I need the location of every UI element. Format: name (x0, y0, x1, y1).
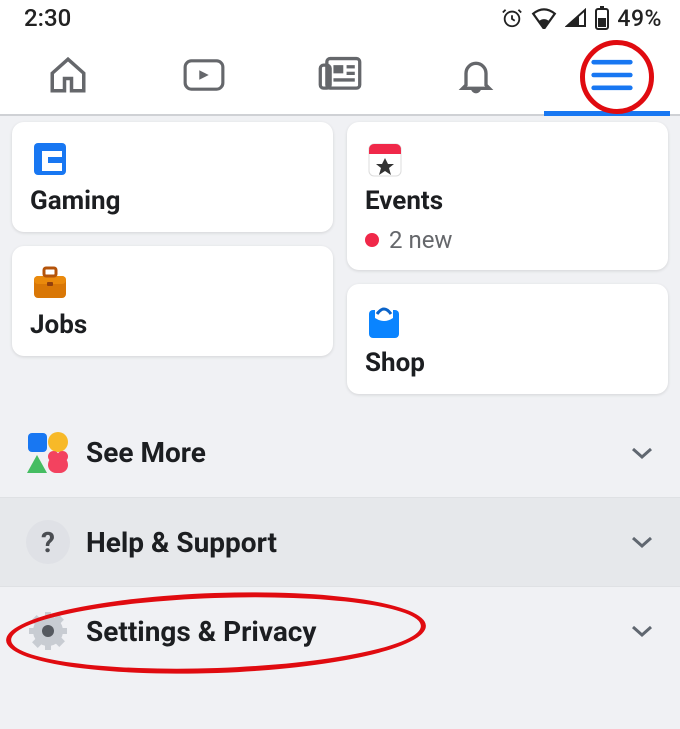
menu-help-support[interactable]: ? Help & Support (0, 497, 680, 586)
nav-news[interactable] (308, 43, 372, 107)
nav-notifications[interactable] (444, 43, 508, 107)
bell-icon (456, 54, 496, 96)
card-jobs[interactable]: Jobs (12, 246, 333, 356)
help-icon: ? (26, 520, 70, 564)
signal-icon (565, 8, 587, 28)
chevron-down-icon (624, 624, 654, 638)
wifi-icon (531, 7, 557, 29)
briefcase-icon (30, 264, 70, 302)
status-battery: 49% (617, 5, 662, 32)
home-icon (47, 54, 89, 96)
chevron-down-icon (624, 535, 654, 549)
menu-settings-label: Settings & Privacy (86, 615, 624, 648)
menu-settings-privacy[interactable]: Settings & Privacy (0, 586, 680, 675)
watch-icon (182, 56, 226, 94)
menu-card-grid: Gaming Jobs Events 2 new Shop (0, 116, 680, 408)
card-jobs-title: Jobs (30, 310, 315, 340)
battery-icon (595, 6, 609, 30)
status-time: 2:30 (24, 4, 71, 32)
menu-see-more[interactable]: See More (0, 408, 680, 497)
card-gaming[interactable]: Gaming (12, 122, 333, 232)
card-gaming-title: Gaming (30, 186, 315, 216)
status-icons: 49% (501, 5, 662, 32)
status-bar: 2:30 49% (0, 0, 680, 36)
top-navbar (0, 36, 680, 116)
calendar-icon (365, 138, 405, 180)
card-shop[interactable]: Shop (347, 284, 668, 394)
news-icon (317, 55, 363, 95)
card-events[interactable]: Events 2 new (347, 122, 668, 270)
nav-watch[interactable] (172, 43, 236, 107)
nav-menu[interactable] (580, 43, 644, 107)
card-events-title: Events (365, 186, 650, 216)
menu-help-label: Help & Support (86, 526, 624, 559)
nav-home[interactable] (36, 43, 100, 107)
card-events-sub: 2 new (389, 226, 452, 254)
alarm-icon (501, 7, 523, 29)
menu-see-more-label: See More (86, 436, 624, 469)
chevron-down-icon (624, 446, 654, 460)
hamburger-icon (590, 57, 634, 93)
events-badge-dot (365, 233, 379, 247)
gaming-icon (30, 139, 70, 179)
nav-active-indicator (544, 111, 670, 116)
see-more-icon (26, 431, 70, 475)
shopping-bag-icon (365, 300, 403, 342)
gear-icon (26, 609, 70, 653)
card-shop-title: Shop (365, 348, 650, 378)
